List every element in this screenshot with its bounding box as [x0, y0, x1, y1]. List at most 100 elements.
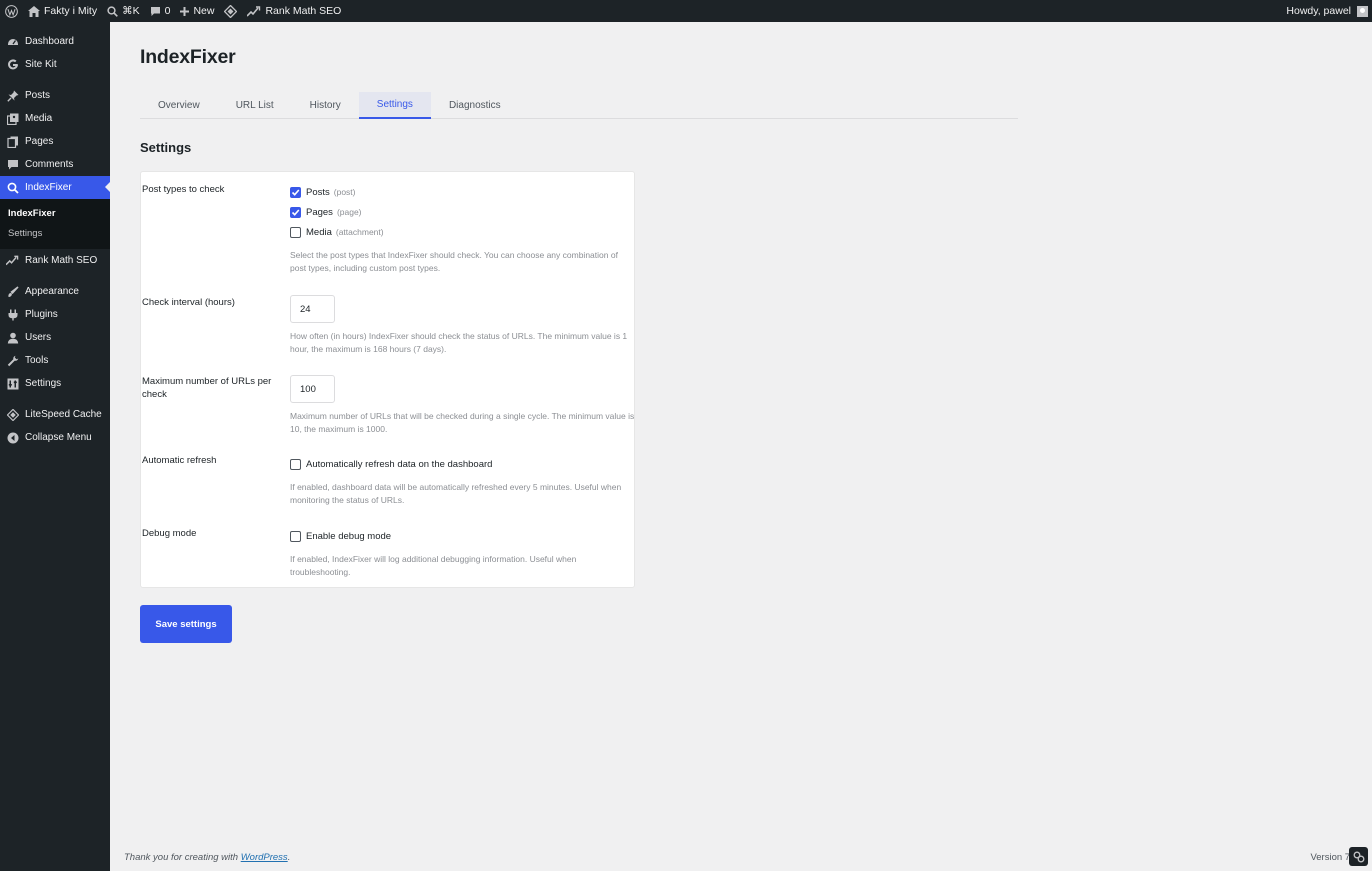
command-palette-button[interactable]: ⌘K [102, 0, 145, 22]
rankmath-icon [247, 5, 261, 17]
auto-refresh-checkbox[interactable] [290, 458, 301, 470]
sidebar-item-label: Settings [25, 378, 62, 389]
sidebar-item-label: Media [25, 113, 53, 124]
debug-mode-checkbox-label: Enable debug mode [306, 530, 392, 542]
pages-option-label: Pages [306, 206, 333, 218]
sidebar-item-appearance[interactable]: Appearance [0, 280, 110, 303]
section-title: Settings [140, 140, 192, 155]
sidebar-item-rank-math-seo[interactable]: Rank Math SEO [0, 249, 110, 272]
search-icon [6, 181, 19, 194]
rankmath-icon [6, 254, 19, 267]
media-checkbox[interactable] [290, 226, 301, 238]
tab-history[interactable]: History [292, 92, 359, 119]
sidebar-item-label: Appearance [25, 286, 79, 297]
post-type-option-pages[interactable]: Pages (page) [290, 202, 636, 222]
sidebar-item-label: Pages [25, 136, 54, 147]
auto-refresh-description: If enabled, dashboard data will be autom… [290, 482, 622, 505]
save-settings-button[interactable]: Save settings [140, 605, 232, 643]
wordpress-logo-icon[interactable] [0, 0, 23, 22]
sidebar-item-site-kit[interactable]: Site Kit [0, 53, 110, 76]
debug-mode-field: Enable debug mode If enabled, IndexFixer… [290, 526, 636, 578]
sidebar-item-label: LiteSpeed Cache [25, 409, 102, 420]
sidebar-item-posts[interactable]: Posts [0, 84, 110, 107]
check-interval-field: 24 How often (in hours) IndexFixer shoul… [290, 295, 636, 355]
sidebar-item-pages[interactable]: Pages [0, 130, 110, 153]
new-label: New [193, 5, 215, 17]
sidebar-item-label: Posts [25, 90, 51, 101]
post-type-option-media[interactable]: Media (attachment) [290, 222, 636, 242]
post-types-description: Select the post types that IndexFixer sh… [290, 250, 618, 273]
sidebar-item-label: IndexFixer [25, 182, 72, 193]
admin-sidebar: Dashboard Site Kit Posts Media Pages Com… [0, 22, 110, 871]
check-interval-label: Check interval (hours) [142, 297, 235, 308]
floating-widget-icon[interactable] [1349, 847, 1368, 866]
site-name-link[interactable]: Fakty i Mity [23, 0, 102, 22]
max-urls-field: 100 Maximum number of URLs that will be … [290, 375, 636, 435]
avatar [1357, 5, 1368, 17]
admin-bar: Fakty i Mity ⌘K 0 New Rank Math SEO Howd… [0, 0, 1372, 22]
media-option-label: Media [306, 226, 332, 238]
home-icon [28, 5, 40, 17]
sidebar-item-users[interactable]: Users [0, 326, 110, 349]
post-types-label: Post types to check [142, 184, 225, 195]
tab-overview[interactable]: Overview [140, 92, 218, 119]
media-option-slug: (attachment) [335, 227, 384, 237]
settings-card: Post types to check Posts (post) Pages (… [140, 171, 635, 588]
howdy-text: Howdy, pawel [1286, 5, 1351, 17]
auto-refresh-field: Automatically refresh data on the dashbo… [290, 454, 636, 506]
sidebar-item-litespeed-cache[interactable]: LiteSpeed Cache [0, 403, 110, 426]
comment-icon [150, 6, 161, 17]
main-content: IndexFixer Overview URL List History Set… [110, 22, 1372, 871]
sidebar-item-label: Users [25, 332, 52, 343]
site-name: Fakty i Mity [44, 5, 98, 17]
comments-link[interactable]: 0 [145, 0, 176, 22]
litespeed-icon [6, 408, 19, 421]
posts-checkbox[interactable] [290, 186, 301, 198]
search-icon [107, 5, 118, 17]
rankmath-label: Rank Math SEO [265, 5, 342, 17]
tab-settings[interactable]: Settings [358, 92, 431, 119]
page-title: IndexFixer [140, 46, 236, 68]
new-content-button[interactable]: New [175, 0, 219, 22]
sidebar-item-media[interactable]: Media [0, 107, 110, 130]
pages-checkbox[interactable] [290, 206, 301, 218]
sidebar-item-tools[interactable]: Tools [0, 349, 110, 372]
post-type-option-posts[interactable]: Posts (post) [290, 182, 636, 202]
tab-bar: Overview URL List History Settings Diagn… [140, 92, 1018, 119]
footer-thanks-suffix: . [287, 852, 291, 863]
my-account-link[interactable]: Howdy, pawel [1281, 0, 1372, 22]
indexfixer-submenu: IndexFixer Settings [0, 199, 110, 249]
wrench-icon [6, 354, 19, 367]
wordpress-link[interactable]: WordPress [241, 852, 288, 863]
sidebar-item-comments[interactable]: Comments [0, 153, 110, 176]
plugin-icon [6, 308, 19, 321]
max-urls-input[interactable]: 100 [290, 375, 335, 403]
sidebar-item-dashboard[interactable]: Dashboard [0, 30, 110, 53]
sidebar-item-settings[interactable]: Settings [0, 372, 110, 395]
collapse-icon [6, 431, 19, 444]
litespeed-adminbar-icon[interactable] [219, 0, 242, 22]
sidebar-item-label: Plugins [25, 309, 58, 320]
auto-refresh-checkbox-label: Automatically refresh data on the dashbo… [306, 458, 493, 470]
submenu-item-settings[interactable]: Settings [0, 223, 110, 243]
debug-mode-label: Debug mode [142, 528, 197, 539]
tab-url-list[interactable]: URL List [218, 92, 292, 119]
brush-icon [6, 285, 19, 298]
pages-icon [6, 135, 19, 148]
comments-count: 0 [164, 5, 171, 17]
debug-mode-checkbox[interactable] [290, 530, 301, 542]
media-icon [6, 112, 19, 125]
tab-diagnostics[interactable]: Diagnostics [431, 92, 519, 119]
sidebar-item-label: Site Kit [25, 59, 57, 70]
check-interval-input[interactable]: 24 [290, 295, 335, 323]
sidebar-item-plugins[interactable]: Plugins [0, 303, 110, 326]
sidebar-item-collapse-menu[interactable]: Collapse Menu [0, 426, 110, 449]
debug-mode-option[interactable]: Enable debug mode [290, 526, 636, 546]
pages-option-slug: (page) [336, 207, 362, 217]
auto-refresh-option[interactable]: Automatically refresh data on the dashbo… [290, 454, 636, 474]
rankmath-adminbar-link[interactable]: Rank Math SEO [242, 0, 346, 22]
sidebar-item-indexfixer[interactable]: IndexFixer [0, 176, 110, 199]
plus-icon [180, 6, 190, 16]
submenu-item-indexfixer[interactable]: IndexFixer [0, 203, 110, 223]
max-urls-label: Maximum number of URLs per check [142, 376, 272, 400]
